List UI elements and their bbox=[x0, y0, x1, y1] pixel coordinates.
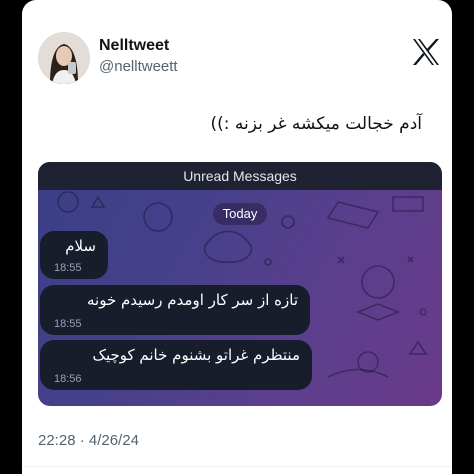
chat-message[interactable]: تازه از سر کار اومدم رسیدم خونه 18:55 bbox=[40, 285, 310, 335]
chat-message-text: منتظرم غراتو بشنوم خانم کوچیک bbox=[92, 346, 300, 364]
chat-message-time: 18:55 bbox=[54, 262, 82, 274]
avatar[interactable] bbox=[38, 32, 90, 84]
chat-message-time: 18:56 bbox=[54, 373, 82, 385]
tweet-card: Nelltweet @nelltweett آدم خجالت میکشه غر… bbox=[22, 0, 452, 474]
author-handle[interactable]: @nelltweett bbox=[99, 58, 178, 75]
chat-message-time: 18:55 bbox=[54, 318, 82, 330]
author-name[interactable]: Nelltweet bbox=[99, 37, 169, 55]
x-logo-icon[interactable] bbox=[410, 36, 442, 68]
unread-messages-bar: Unread Messages bbox=[38, 162, 442, 190]
divider bbox=[22, 466, 452, 467]
date-separator: Today bbox=[213, 203, 267, 225]
chat-message-text: تازه از سر کار اومدم رسیدم خونه bbox=[86, 291, 298, 309]
chat-message-text: سلام bbox=[65, 237, 96, 255]
chat-screenshot[interactable]: Unread Messages Today سلام 18:55 تازه از… bbox=[38, 162, 442, 406]
tweet-timestamp[interactable]: 22:28 · 4/26/24 bbox=[38, 432, 139, 449]
tweet-text: آدم خجالت میکشه غر بزنه :)) bbox=[210, 114, 423, 134]
chat-message[interactable]: منتظرم غراتو بشنوم خانم کوچیک 18:56 bbox=[40, 340, 312, 390]
chat-message[interactable]: سلام 18:55 bbox=[40, 231, 108, 279]
